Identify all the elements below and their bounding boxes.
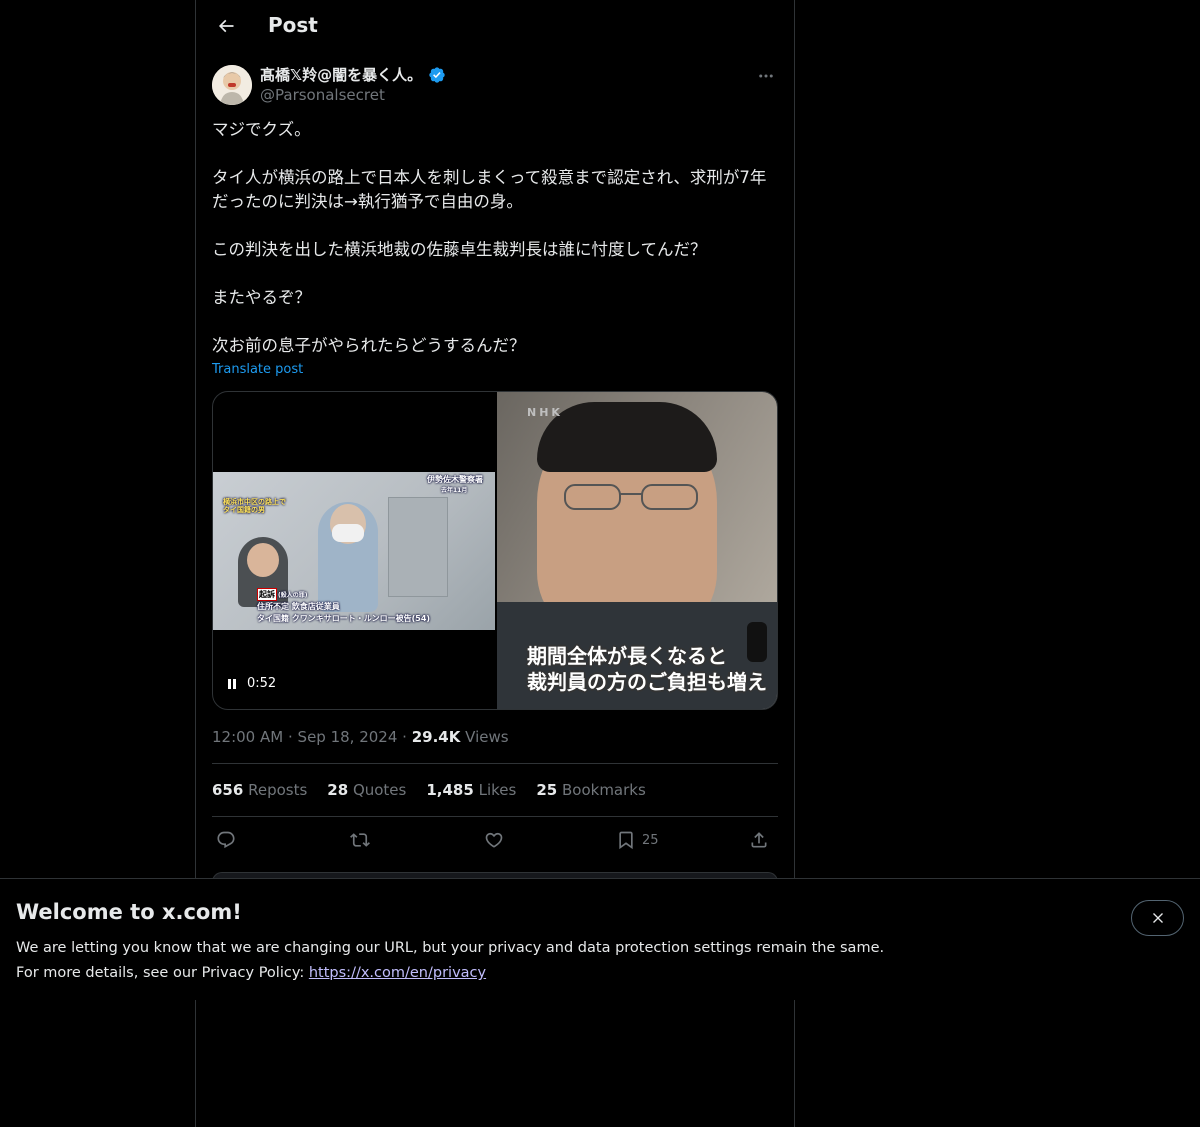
caption-date: 去年11月 — [441, 487, 468, 494]
post-time[interactable]: 12:00 AM — [212, 728, 283, 746]
caption-charge: 起訴 (殺人の罪) — [257, 588, 308, 601]
video-status: 0:52 — [225, 676, 276, 691]
separator: · — [402, 728, 407, 746]
bookmark-count: 25 — [642, 832, 659, 848]
separator: · — [287, 728, 293, 746]
post-date[interactable]: Sep 18, 2024 — [298, 728, 398, 746]
post-text: マジでクズ。 タイ人が横浜の路上で日本人を刺しまくって殺意まで認定され、求刑が7… — [212, 120, 767, 355]
video-subtitle-1: 期間全体が長くなると — [527, 644, 727, 668]
likes-stat[interactable]: 1,485 Likes — [426, 781, 516, 799]
repost-icon — [350, 833, 370, 847]
views-label: Views — [465, 728, 509, 746]
page-title: Post — [268, 13, 318, 37]
arrow-left-icon — [218, 19, 234, 33]
caption-side-1: 横浜市中区の路上で — [223, 498, 286, 506]
video-duration: 0:52 — [247, 676, 277, 691]
charge-detail: (殺人の罪) — [278, 592, 308, 599]
avatar[interactable] — [212, 65, 252, 105]
video-subtitle-2: 裁判員の方のご負担も増え — [527, 670, 767, 694]
page-header: Post — [196, 0, 794, 53]
author-handle[interactable]: @Parsonalsecret — [260, 86, 385, 104]
bookmarks-stat[interactable]: 25 Bookmarks — [536, 781, 645, 799]
post-actions: 25 — [212, 826, 778, 858]
privacy-policy-link[interactable]: https://x.com/en/privacy — [309, 965, 486, 981]
speaker-glasses — [564, 484, 698, 510]
banner-line-1: We are letting you know that we are chan… — [16, 940, 885, 956]
bookmark-button[interactable]: 25 — [616, 830, 659, 850]
reposts-stat[interactable]: 656 Reposts — [212, 781, 307, 799]
caption-line-2: タイ国籍 クワンキサロート・ルンロー被告(54) — [257, 614, 431, 623]
speaker-hair — [537, 402, 717, 472]
video-player[interactable]: 伊勢佐木警察署 去年11月 横浜市中区の路上で タイ国籍の男 起訴 (殺人の罪)… — [212, 391, 778, 710]
video-frame-left: 伊勢佐木警察署 去年11月 横浜市中区の路上で タイ国籍の男 起訴 (殺人の罪)… — [213, 472, 495, 630]
person-right — [318, 502, 378, 612]
pause-icon[interactable] — [225, 677, 239, 691]
close-banner-button[interactable] — [1131, 900, 1184, 936]
quotes-stat[interactable]: 28 Quotes — [327, 781, 406, 799]
divider — [212, 816, 778, 817]
post-timestamp: 12:00 AM · Sep 18, 2024 · 29.4K Views — [212, 728, 509, 746]
share-icon — [751, 832, 767, 848]
like-button[interactable] — [484, 830, 504, 850]
post-author: 髙橋𝕏羚@闇を暴く人。 @Parsonalsecret — [212, 64, 778, 108]
translate-post-link[interactable]: Translate post — [212, 362, 303, 377]
bookmark-icon — [619, 831, 633, 850]
views-count: 29.4K — [411, 728, 461, 746]
verified-badge-icon — [429, 66, 445, 83]
broadcaster-logo: NHK — [527, 406, 563, 419]
banner-line-2: For more details, see our Privacy Policy… — [16, 961, 884, 986]
charge-label: 起訴 — [257, 588, 277, 601]
banner-line-2-prefix: For more details, see our Privacy Policy… — [16, 965, 305, 981]
background-wall — [388, 497, 448, 597]
video-frame-right: NHK 期間全体が長くなると 裁判員の方のご負担も増え — [497, 392, 777, 709]
heart-icon — [485, 832, 503, 848]
caption-side-2: タイ国籍の男 — [223, 506, 265, 514]
share-button[interactable] — [749, 830, 769, 850]
more-horizontal-icon — [759, 74, 773, 78]
back-button[interactable] — [208, 8, 244, 44]
divider — [212, 763, 778, 764]
close-icon — [1152, 913, 1163, 923]
banner-title: Welcome to x.com! — [16, 900, 242, 924]
more-options-button[interactable] — [754, 64, 778, 88]
banner-text: We are letting you know that we are chan… — [16, 936, 884, 986]
post-stats: 656 Reposts 28 Quotes 1,485 Likes 25 Boo… — [212, 781, 646, 799]
display-name[interactable]: 髙橋𝕏羚@闇を暴く人。 — [260, 64, 422, 85]
display-name-row: 髙橋𝕏羚@闇を暴く人。 — [260, 64, 446, 85]
reply-button[interactable] — [216, 830, 236, 850]
welcome-banner: Welcome to x.com! We are letting you kno… — [0, 878, 1200, 1000]
reply-icon — [217, 831, 235, 849]
caption-line-1: 住所不定 飲食店従業員 — [257, 602, 340, 611]
repost-button[interactable] — [350, 830, 370, 850]
avatar-illustration — [212, 65, 252, 105]
caption-station: 伊勢佐木警察署 — [427, 475, 483, 484]
microphone — [747, 622, 767, 662]
